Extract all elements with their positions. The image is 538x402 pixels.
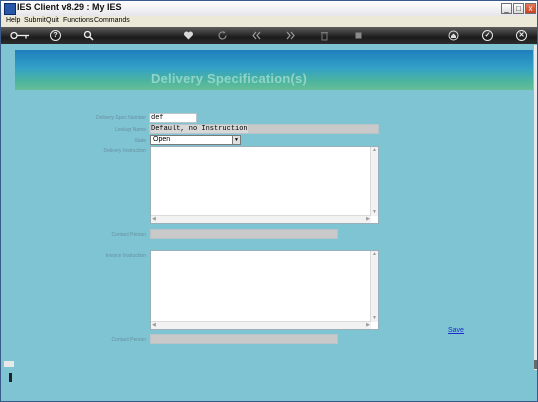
close-window-button[interactable]: x [525,3,536,14]
forward-icon[interactable] [285,30,296,41]
delivery-instruction-label: Delivery Instruction [103,148,146,154]
menu-help[interactable]: Help [6,17,20,24]
toolbar: ? ✓ ✕ [1,27,537,44]
stop-icon[interactable] [353,30,364,41]
invoice-vertical-scrollbar[interactable]: ▲ ▼ [370,251,378,322]
side-strip-block [4,361,14,367]
minimize-button[interactable]: _ [501,3,512,14]
heart-icon[interactable] [183,30,194,41]
refresh-icon[interactable] [217,30,228,41]
spec-number-field[interactable]: def [149,113,197,123]
scroll-right-icon[interactable]: ▶ [366,217,370,222]
menu-commands[interactable]: Commands [94,17,130,24]
side-strip-marker [9,373,12,382]
app-window: IES Client v8.29 : My IES _ □ x Help Sub… [0,0,538,402]
contact-person-2-field[interactable] [150,334,338,344]
scroll-up-icon[interactable]: ▲ [372,252,377,257]
app-icon [4,3,16,15]
chevron-down-icon[interactable]: ▼ [232,136,240,144]
lookup-name-field[interactable]: Default, no Instruction [149,124,379,134]
invoice-horizontal-scrollbar[interactable]: ◀ ▶ [151,321,371,329]
lookup-name-value: Default, no Instruction [151,125,248,133]
scroll-up-icon[interactable]: ▲ [372,148,377,153]
scroll-down-icon[interactable]: ▼ [372,316,377,321]
menu-quit[interactable]: Quit [46,17,59,24]
maximize-button[interactable]: □ [513,3,524,14]
delivery-vertical-scrollbar[interactable]: ▲ ▼ [370,147,378,216]
delivery-horizontal-scrollbar[interactable]: ◀ ▶ [151,215,371,223]
close-icon[interactable]: ✕ [516,30,527,41]
side-strip [4,361,14,395]
scroll-left-icon[interactable]: ◀ [152,323,156,328]
menu-submit[interactable]: Submit [24,17,46,24]
title-bar: IES Client v8.29 : My IES _ □ x [1,1,537,17]
menu-bar: Help Submit Quit Functions Commands [1,16,537,27]
spec-number-label: Delivery Spec Number [95,115,146,121]
help-icon[interactable]: ? [50,30,61,41]
rewind-icon[interactable] [251,30,262,41]
scroll-right-icon[interactable]: ▶ [366,323,370,328]
search-icon[interactable] [83,30,94,41]
invoice-instruction-textarea[interactable]: ▲ ▼ ◀ ▶ [150,250,379,330]
home-icon[interactable] [448,30,459,41]
state-label: State [134,138,146,144]
menu-functions[interactable]: Functions [63,17,93,24]
state-value: Open [153,136,171,143]
page-title: Delivery Specification(s) [151,71,307,86]
page-banner: Delivery Specification(s) [15,50,533,90]
page-scrollbar-thumb[interactable] [534,360,537,369]
delivery-instruction-textarea[interactable]: ▲ ▼ ◀ ▶ [150,146,379,224]
scroll-left-icon[interactable]: ◀ [152,217,156,222]
state-select[interactable]: Open ▼ [150,135,241,145]
check-icon[interactable]: ✓ [482,30,493,41]
lookup-name-label: Lookup Name [114,127,146,133]
invoice-instruction-label: Invoice Instruction [105,253,146,259]
trash-icon[interactable] [319,30,330,41]
contact-person-label: Contact Person [111,232,146,238]
window-title: IES Client v8.29 : My IES [17,2,122,12]
scroll-down-icon[interactable]: ▼ [372,210,377,215]
key-icon[interactable] [10,30,30,41]
save-link[interactable]: Save [448,327,464,334]
page-scrollbar[interactable] [534,45,537,370]
contact-person-2-label: Contact Person [111,337,146,343]
contact-person-field[interactable] [150,229,338,239]
